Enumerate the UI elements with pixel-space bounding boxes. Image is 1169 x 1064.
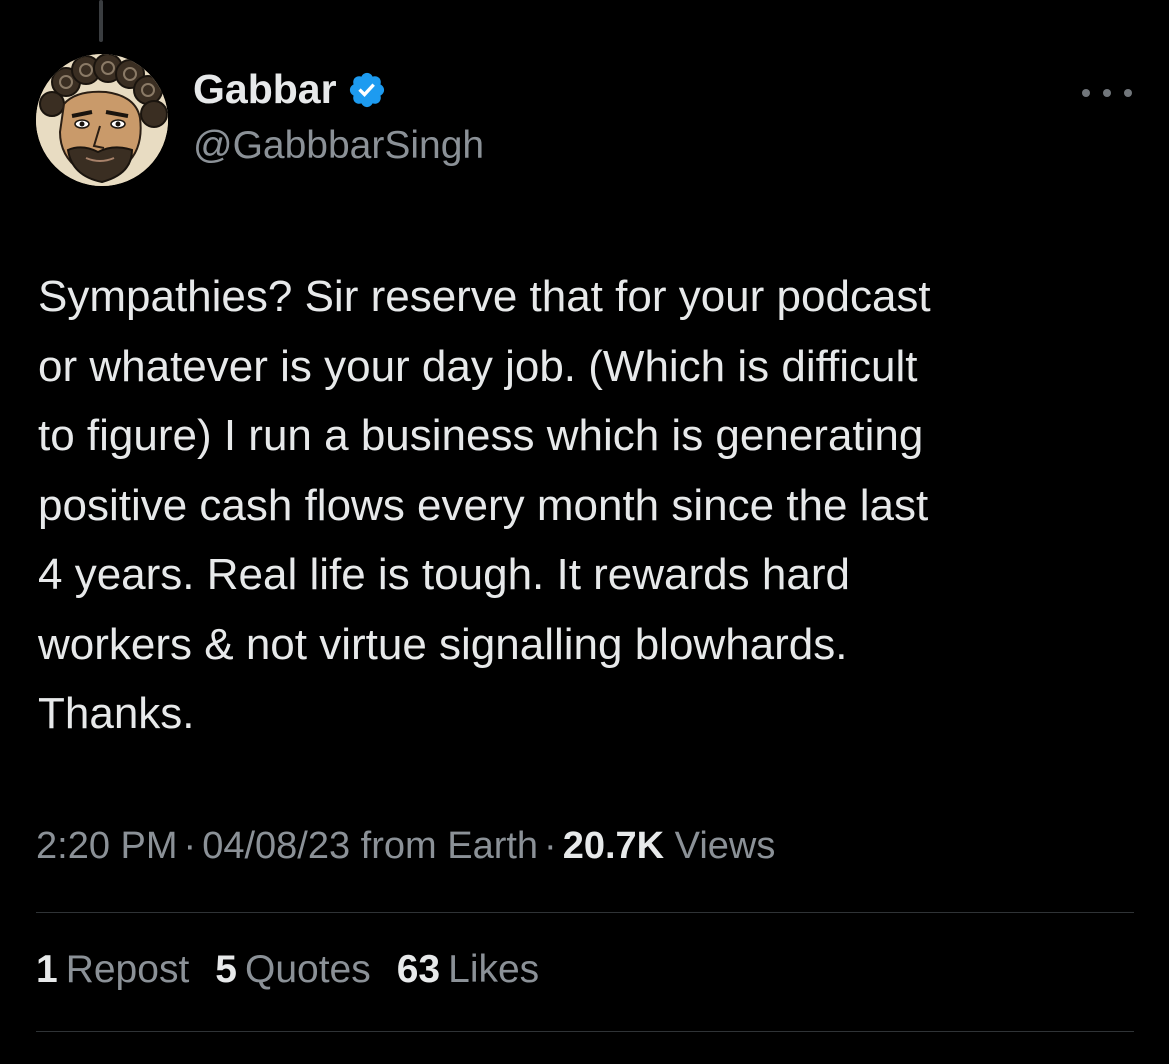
meta-separator: · bbox=[183, 825, 197, 867]
tweet-text-line: Sympathies? Sir reserve that for your po… bbox=[38, 272, 931, 321]
tweet-text-line: Thanks. bbox=[38, 689, 195, 738]
author-display-name[interactable]: Gabbar bbox=[193, 66, 387, 113]
tweet-time[interactable]: 2:20 PM bbox=[36, 825, 178, 867]
engagement-stats: 1 Repost 5 Quotes 63 Likes bbox=[36, 948, 565, 992]
tweet-text-line: 4 years. Real life is tough. It rewards … bbox=[38, 550, 850, 599]
tweet-text-line: positive cash flows every month since th… bbox=[38, 480, 929, 530]
avatar[interactable] bbox=[36, 54, 168, 186]
meta-separator: · bbox=[544, 825, 557, 867]
avatar-illustration bbox=[36, 54, 168, 186]
tweet-text-line: or whatever is your day job. (Which is d… bbox=[38, 341, 918, 391]
divider bbox=[36, 912, 1134, 913]
likes-count: 63 bbox=[396, 948, 441, 991]
more-options-button[interactable] bbox=[1082, 78, 1132, 108]
divider bbox=[36, 1031, 1134, 1032]
reposts-label: Repost bbox=[65, 948, 190, 991]
more-horizontal-icon bbox=[1082, 89, 1090, 97]
quotes-stat[interactable]: 5 Quotes bbox=[215, 948, 370, 992]
tweet-text-line: to figure) I run a business which is gen… bbox=[38, 411, 924, 460]
views-label[interactable]: Views bbox=[675, 825, 776, 867]
tweet-text-line: workers & not virtue signalling blowhard… bbox=[38, 619, 848, 669]
tweet-text: Sympathies? Sir reserve that for your po… bbox=[38, 262, 1138, 749]
likes-label: Likes bbox=[448, 948, 540, 991]
reposts-stat[interactable]: 1 Repost bbox=[36, 948, 189, 992]
verified-badge-icon[interactable] bbox=[347, 70, 387, 110]
quotes-count: 5 bbox=[215, 948, 237, 991]
views-count[interactable]: 20.7K bbox=[563, 825, 664, 867]
author-handle[interactable]: @GabbbarSingh bbox=[193, 124, 484, 168]
likes-stat[interactable]: 63 Likes bbox=[397, 948, 539, 992]
display-name-text[interactable]: Gabbar bbox=[193, 66, 337, 113]
quotes-label: Quotes bbox=[244, 948, 371, 991]
reposts-count: 1 bbox=[36, 948, 58, 991]
tweet-date-source[interactable]: 04/08/23 from Earth bbox=[202, 825, 538, 867]
thread-connector-line bbox=[99, 0, 103, 42]
more-horizontal-icon-dot bbox=[1124, 89, 1132, 97]
more-horizontal-icon-dot bbox=[1103, 89, 1111, 97]
tweet-meta: 2:20 PM · 04/08/23 from Earth · 20.7K Views bbox=[36, 825, 775, 868]
